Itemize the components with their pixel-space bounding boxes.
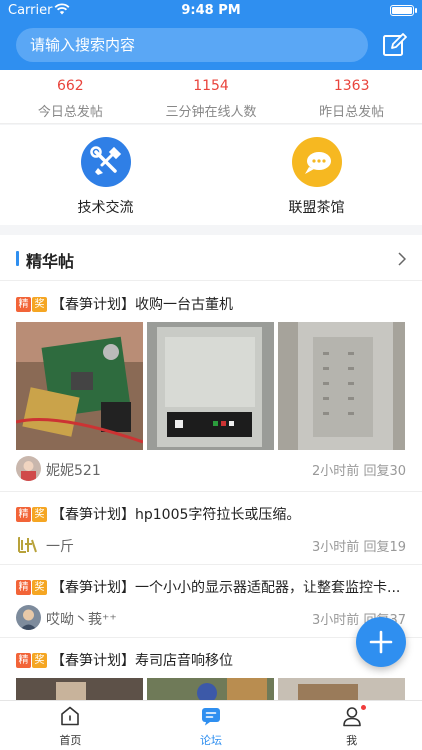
stat-label: 今日总发帖	[37, 105, 103, 120]
new-post-button[interactable]	[356, 617, 406, 667]
post-image[interactable]	[278, 678, 405, 700]
post-time: 3小时前	[312, 613, 360, 628]
essence-badge: 精	[16, 297, 31, 312]
essence-badge: 精	[16, 653, 31, 668]
post-time: 3小时前	[312, 540, 360, 555]
reward-badge: 奖	[32, 653, 47, 668]
post-title-text: 【春笋计划】收购一台古董机	[51, 297, 233, 313]
essence-badge: 精	[16, 580, 31, 595]
post-title: 精奖【春笋计划】一个小小的显示器适配器，让整套监控卡...	[16, 577, 406, 597]
forum-icon	[202, 708, 220, 726]
status-bar: Carrier 9:48 PM	[0, 0, 422, 22]
stat-value: 1154	[193, 78, 229, 94]
category-label: 联盟茶馆	[288, 200, 345, 216]
post-time-replies: 2小时前 回复30	[312, 460, 406, 479]
compose-icon[interactable]	[381, 32, 407, 58]
reward-badge: 奖	[32, 297, 47, 312]
section-title: 精华帖	[26, 252, 75, 271]
post-item[interactable]: 精奖【春笋计划】hp1005字符拉长或压缩。 一斤 3小时前 回复19	[0, 492, 422, 565]
essence-badge: 精	[16, 507, 31, 522]
tab-label: 论坛	[200, 734, 222, 747]
stat-value: 662	[56, 78, 84, 94]
post-meta: 妮妮521 2小时前 回复30	[16, 456, 406, 482]
reward-badge: 奖	[32, 580, 47, 595]
post-title: 精奖【春笋计划】收购一台古董机	[16, 294, 406, 314]
chevron-right-icon[interactable]	[398, 251, 407, 270]
home-icon	[61, 706, 80, 726]
post-title: 精奖【春笋计划】hp1005字符拉长或压缩。	[16, 504, 406, 524]
post-meta: 一斤 3小时前 回复19	[16, 532, 406, 558]
post-item[interactable]: 精奖【春笋计划】收购一台古董机 妮妮521 2小时前 回复30	[0, 282, 422, 492]
reward-badge: 奖	[32, 507, 47, 522]
stat-value: 1363	[333, 78, 370, 94]
avatar[interactable]	[16, 456, 41, 481]
author-name[interactable]: 一斤	[46, 536, 74, 556]
tools-icon	[80, 137, 131, 187]
post-image[interactable]	[147, 678, 274, 700]
section-header[interactable]: 精华帖	[0, 235, 422, 281]
stat-label: 昨日总发帖	[319, 105, 385, 120]
author-name[interactable]: 妮妮521	[46, 460, 101, 480]
post-time-replies: 3小时前 回复19	[312, 536, 406, 555]
plus-icon	[369, 630, 393, 654]
post-title-text: 【春笋计划】hp1005字符拉长或压缩。	[51, 507, 301, 523]
post-time: 2小时前	[312, 464, 360, 479]
tab-forum[interactable]: 论坛	[141, 701, 282, 750]
post-meta: 哎呦丶莪⁺⁺ 3小时前 回复37	[16, 605, 406, 631]
chat-bubble-icon	[291, 137, 342, 187]
post-title: 精奖【春笋计划】寿司店音响移位	[16, 650, 406, 670]
category-grid: 技术交流 联盟茶馆	[0, 125, 422, 225]
clock: 9:48 PM	[181, 3, 241, 18]
tab-me[interactable]: 我	[281, 701, 422, 750]
category-tech[interactable]: 技术交流	[0, 125, 211, 225]
post-image[interactable]	[16, 678, 143, 700]
battery-icon	[390, 5, 417, 16]
category-teahouse[interactable]: 联盟茶馆	[211, 125, 422, 225]
stat-yesterday-posts: 1363 昨日总发帖	[281, 70, 422, 123]
post-title-text: 【春笋计划】寿司店音响移位	[51, 653, 233, 669]
post-image-pc-case[interactable]	[147, 322, 274, 450]
post-image-case-side[interactable]	[278, 322, 405, 450]
avatar[interactable]	[16, 605, 41, 630]
search-input[interactable]: 请输入搜索内容	[16, 28, 368, 62]
notification-dot	[361, 705, 367, 710]
category-label: 技术交流	[77, 200, 134, 216]
stat-label: 三分钟在线人数	[165, 105, 257, 120]
tab-home[interactable]: 首页	[0, 701, 141, 750]
author-name[interactable]: 哎呦丶莪⁺⁺	[46, 609, 117, 629]
stat-today-posts: 662 今日总发帖	[0, 70, 141, 123]
post-images	[16, 678, 406, 700]
stat-online-users: 1154 三分钟在线人数	[141, 70, 282, 123]
tab-label: 我	[346, 734, 358, 747]
avatar[interactable]	[16, 532, 41, 557]
header: 请输入搜索内容	[0, 22, 422, 70]
post-image-motherboard[interactable]	[16, 322, 143, 450]
post-images	[16, 322, 406, 450]
stats-bar: 662 今日总发帖 1154 三分钟在线人数 1363 昨日总发帖	[0, 70, 422, 124]
tab-label: 首页	[59, 734, 82, 747]
reply-count: 回复19	[363, 540, 406, 555]
post-title-text: 【春笋计划】一个小小的显示器适配器，让整套监控卡...	[51, 580, 401, 596]
tab-bar: 首页 论坛 我	[0, 700, 422, 750]
reply-count: 回复30	[363, 464, 406, 479]
user-icon	[342, 707, 361, 727]
section-accent-bar	[16, 251, 19, 266]
